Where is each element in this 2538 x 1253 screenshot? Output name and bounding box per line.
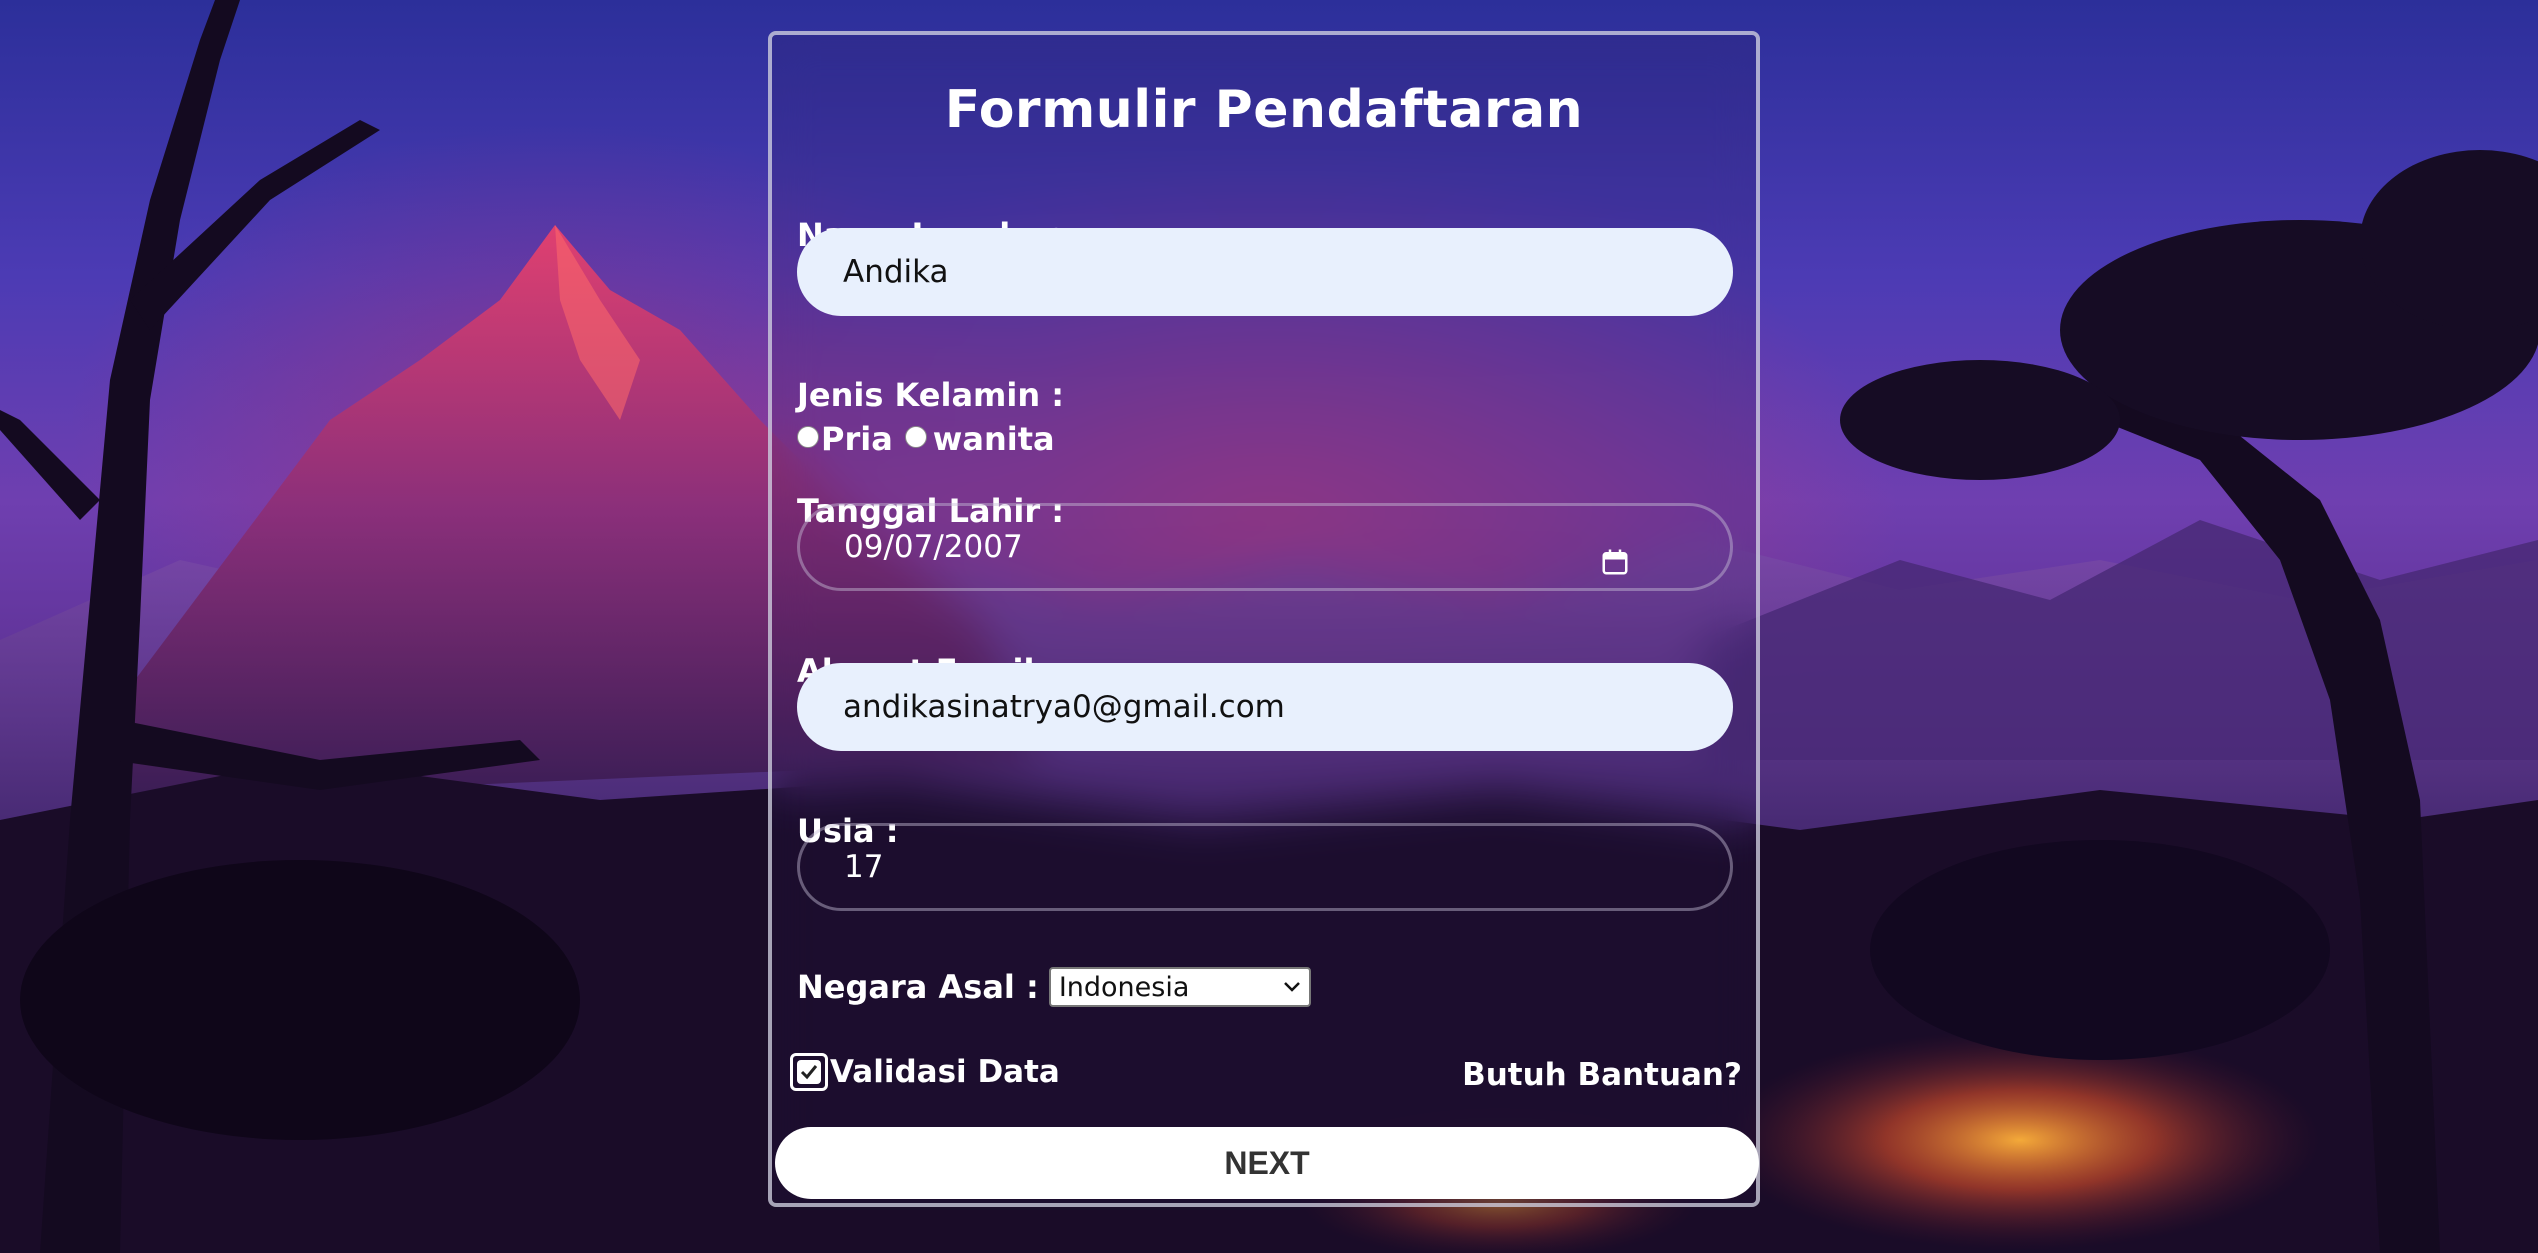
radio-pria[interactable] xyxy=(797,426,819,448)
radio-wanita[interactable] xyxy=(904,426,927,448)
age-value: 17 xyxy=(844,849,884,885)
birthdate-input[interactable]: 09/07/2007 xyxy=(797,503,1733,591)
name-input[interactable]: Andika xyxy=(797,228,1733,316)
registration-form: Formulir Pendaftaran Nama Lengkap : Andi… xyxy=(768,31,1760,1207)
country-select[interactable]: Indonesia xyxy=(1048,967,1311,1007)
email-input[interactable]: andikasinatrya0@gmail.com xyxy=(797,663,1733,751)
gender-label: Jenis Kelamin : xyxy=(797,376,1065,414)
birthdate-value: 09/07/2007 xyxy=(844,529,1023,565)
calendar-icon[interactable] xyxy=(1600,547,1630,577)
country-row: Negara Asal : Indonesia xyxy=(797,967,1311,1007)
radio-wanita-label: wanita xyxy=(932,420,1055,458)
age-input[interactable]: 17 xyxy=(797,823,1733,911)
email-value: andikasinatrya0@gmail.com xyxy=(843,689,1285,725)
checkmark-icon xyxy=(797,1060,821,1084)
validate-checkbox[interactable] xyxy=(790,1053,828,1091)
name-value: Andika xyxy=(843,254,949,290)
radio-pria-label: Pria xyxy=(821,420,893,458)
validate-label: Validasi Data xyxy=(830,1054,1060,1090)
country-selected-value: Indonesia xyxy=(1058,971,1190,1003)
gender-radio-group: Pria wanita xyxy=(797,419,1055,459)
country-label: Negara Asal : xyxy=(797,968,1039,1006)
validate-row: Validasi Data xyxy=(790,1053,1060,1091)
form-title: Formulir Pendaftaran xyxy=(944,80,1584,140)
next-button[interactable]: NEXT xyxy=(775,1127,1759,1199)
help-link[interactable]: Butuh Bantuan? xyxy=(1462,1057,1742,1093)
chevron-down-icon xyxy=(1283,982,1300,992)
